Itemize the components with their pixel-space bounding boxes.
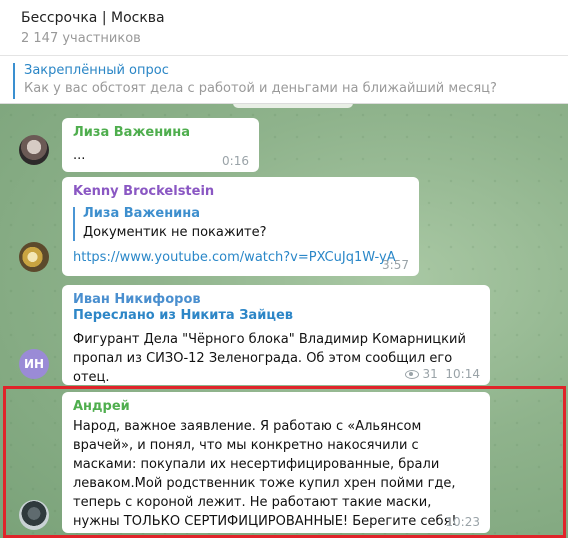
pinned-accent-bar <box>13 63 15 99</box>
pinned-text: Как у вас обстоят дела с работой и деньг… <box>24 81 497 96</box>
message-meta: 31 10:14 <box>405 367 480 381</box>
message-bubble[interactable]: Kenny Brockelstein Лиза Важенина Докумен… <box>62 177 419 276</box>
view-count: 31 <box>422 367 438 381</box>
reply-quote[interactable]: Лиза Важенина Документик не покажите? <box>73 205 408 242</box>
pinned-poll-bar[interactable]: Закреплённый опрос Как у вас обстоят дел… <box>0 56 568 104</box>
message-bubble[interactable]: Лиза Важенина ... 0:16 <box>62 118 259 172</box>
avatar[interactable] <box>19 500 49 530</box>
reply-quote-text: Документик не покажите? <box>83 225 267 240</box>
reply-quote-author: Лиза Важенина <box>83 206 201 221</box>
message-time: 10:14 <box>445 367 480 381</box>
message-link[interactable]: https://www.youtube.com/watch?v=PXCuJq1W… <box>73 248 408 267</box>
avatar[interactable] <box>19 242 49 272</box>
message-author[interactable]: Иван Никифоров <box>73 292 479 307</box>
message-time: 3:57 <box>382 258 409 272</box>
message-author[interactable]: Андрей <box>73 399 479 414</box>
message-list[interactable]: Лиза Важенина ... 0:16 Kenny Brockelstei… <box>0 104 568 538</box>
message-bubble[interactable]: Андрей Народ, важное заявление. Я работа… <box>62 392 490 533</box>
avatar[interactable]: ИН <box>19 349 49 379</box>
chat-title[interactable]: Бессрочка | Москва <box>21 10 165 26</box>
scroll-indicator[interactable] <box>233 104 353 108</box>
reply-quote-bar <box>73 207 75 241</box>
chat-header[interactable]: Бессрочка | Москва 2 147 участников <box>0 0 568 56</box>
avatar[interactable] <box>19 135 49 165</box>
forwarded-from[interactable]: Переслано из Никита Зайцев <box>73 308 479 323</box>
message-author[interactable]: Лиза Важенина <box>73 125 248 140</box>
message-time: 0:16 <box>222 154 249 168</box>
message-text: Народ, важное заявление. Я работаю с «Ал… <box>73 419 457 529</box>
message-author[interactable]: Kenny Brockelstein <box>73 184 408 199</box>
pinned-title: Закреплённый опрос <box>24 63 169 78</box>
message-time: 10:23 <box>445 515 480 529</box>
eye-icon <box>405 370 420 379</box>
member-count: 2 147 участников <box>21 31 141 46</box>
message-bubble[interactable]: Иван Никифоров Переслано из Никита Зайце… <box>62 285 490 385</box>
